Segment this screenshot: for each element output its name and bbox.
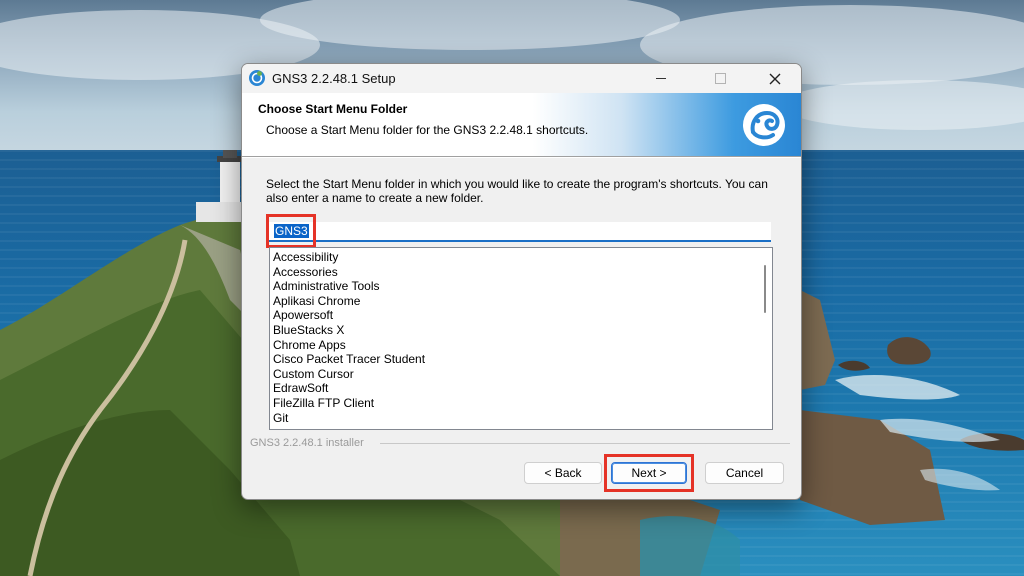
minimize-button[interactable] [638,64,684,93]
list-item[interactable]: Accessories [273,265,338,279]
instructions-text: Select the Start Menu folder in which yo… [266,177,768,205]
minimize-icon [656,78,666,79]
list-item[interactable]: EdrawSoft [273,381,328,395]
close-icon [769,73,781,84]
installer-brand-label: GNS3 2.2.48.1 installer [250,437,364,449]
list-item[interactable]: Git [273,411,288,425]
maximize-icon [714,73,726,84]
cancel-button[interactable]: Cancel [705,462,784,484]
page-subtitle: Choose a Start Menu folder for the GNS3 … [266,123,589,137]
next-highlight-annotation [604,454,694,492]
input-highlight-annotation [266,214,316,248]
scrollbar-thumb[interactable] [764,265,766,313]
header-panel: Choose Start Menu Folder Choose a Start … [242,93,801,156]
list-item[interactable]: Accessibility [273,250,338,264]
footer-divider [380,443,790,444]
gns3-chameleon-icon [743,104,785,146]
gns3-app-icon [249,70,265,86]
maximize-button[interactable] [697,64,743,93]
page-title: Choose Start Menu Folder [258,102,408,116]
list-item[interactable]: Cisco Packet Tracer Student [273,352,425,366]
window-title: GNS3 2.2.48.1 Setup [272,71,396,86]
list-item[interactable]: BlueStacks X [273,323,344,337]
back-button[interactable]: < Back [524,462,602,484]
list-item[interactable]: Chrome Apps [273,338,346,352]
list-item[interactable]: Custom Cursor [273,367,354,381]
setup-window: GNS3 2.2.48.1 Setup Choose Start Menu Fo… [241,63,802,500]
list-item[interactable]: Aplikasi Chrome [273,294,360,308]
header-divider-highlight [242,157,801,158]
title-bar[interactable]: GNS3 2.2.48.1 Setup [242,64,801,93]
folder-list[interactable]: Accessibility Accessories Administrative… [269,247,773,430]
list-scrollbar[interactable] [759,248,772,429]
start-menu-folder-input[interactable]: GNS3 [269,222,771,242]
list-item[interactable]: Administrative Tools [273,279,380,293]
list-item[interactable]: FileZilla FTP Client [273,396,374,410]
close-button[interactable] [752,64,798,93]
list-item[interactable]: Apowersoft [273,308,333,322]
